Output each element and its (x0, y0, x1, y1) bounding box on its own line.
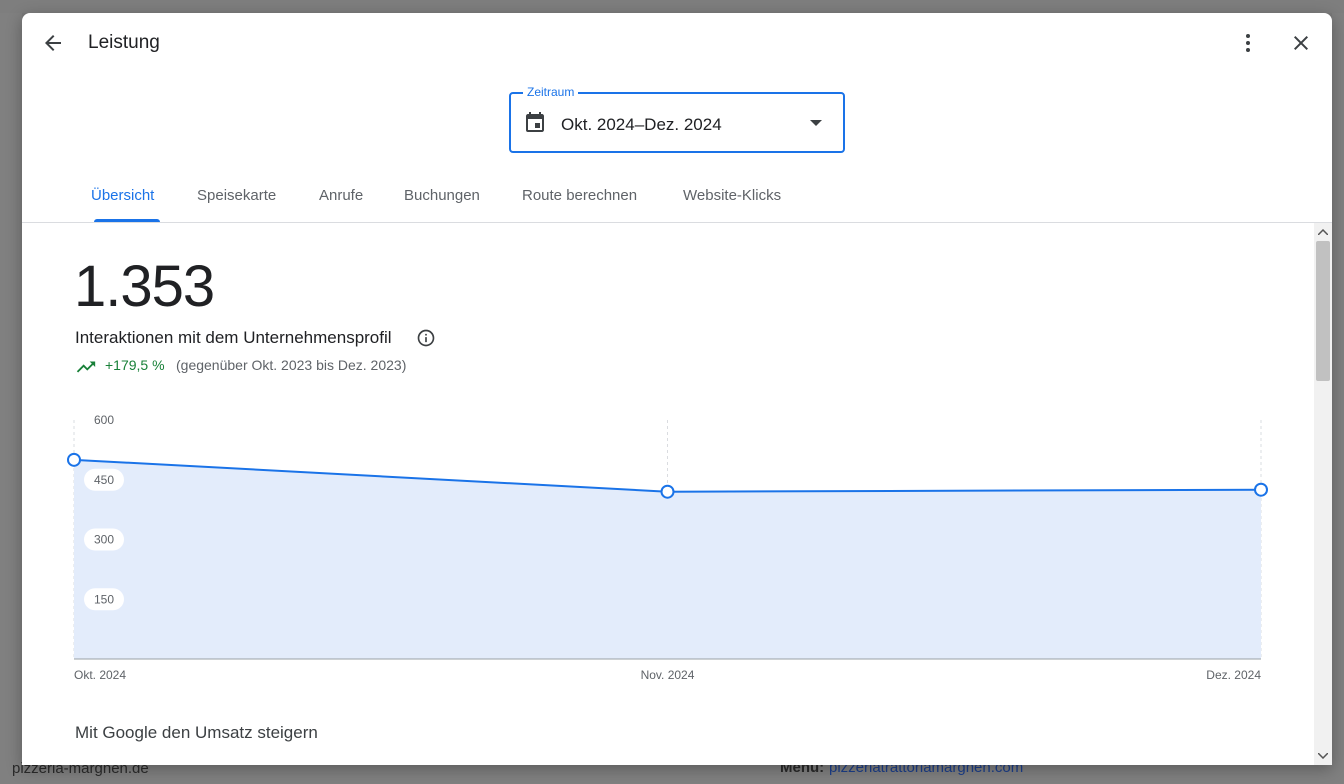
x-tick-label: Nov. 2024 (641, 668, 695, 682)
close-button[interactable] (1281, 23, 1321, 63)
x-tick-label: Okt. 2024 (74, 668, 126, 682)
interactions-chart: 150 300 450 600 Okt. 2024 Nov. 2024 Dez. 2024 (67, 413, 1268, 682)
scroll-up-icon (1318, 229, 1328, 235)
more-vert-icon (1246, 34, 1250, 52)
active-tab-indicator (94, 219, 160, 222)
chart-point (660, 484, 675, 499)
y-tick-label: 600 (94, 413, 114, 427)
date-range-value: Okt. 2024–Dez. 2024 (561, 115, 722, 134)
dropdown-arrow-icon (810, 120, 822, 126)
background-right-strip (1332, 13, 1344, 784)
date-range-label: Zeitraum (523, 85, 579, 99)
tab-website-clicks[interactable]: Website-Klicks (683, 187, 781, 204)
tab-bar: Übersicht Speisekarte Anrufe Buchungen R… (22, 177, 1332, 223)
tab-overview[interactable]: Übersicht (91, 187, 154, 204)
content-scrollbar[interactable] (1314, 223, 1332, 765)
dialog-title: Leistung (88, 32, 160, 53)
y-tick-label: 300 (94, 533, 114, 547)
overview-content: 1.353 Interaktionen mit dem Unternehmens… (22, 223, 1312, 765)
background-bottom-strip: pizzeria-marghen.de Menü: pizzeriatratto… (0, 759, 1344, 784)
tab-calls[interactable]: Anrufe (319, 187, 363, 204)
x-tick-label: Dez. 2024 (1206, 668, 1261, 682)
y-tick-label: 450 (94, 473, 114, 487)
scroll-down-arrow[interactable] (1314, 749, 1332, 763)
date-range-select[interactable]: Zeitraum Okt. 2024–Dez. 2024 (509, 85, 845, 153)
background-topbar (0, 0, 1344, 13)
chart-point (1254, 482, 1268, 497)
section-title: Mit Google den Umsatz steigern (75, 723, 318, 742)
calendar-icon (526, 112, 544, 132)
y-tick-label: 150 (94, 592, 114, 606)
background-left-panel (0, 13, 22, 784)
close-icon (1294, 36, 1308, 50)
scroll-thumb[interactable] (1316, 241, 1330, 381)
tab-bookings[interactable]: Buchungen (404, 187, 480, 204)
arrow-back-icon (45, 35, 61, 51)
performance-dialog: Leistung Zeitraum Okt. 2024–Dez. 2024 Üb… (22, 13, 1332, 765)
chart-point (67, 452, 81, 467)
more-options-button[interactable] (1228, 23, 1268, 63)
scroll-down-icon (1318, 753, 1328, 759)
scroll-up-arrow[interactable] (1314, 225, 1332, 239)
tab-directions[interactable]: Route berechnen (522, 187, 637, 204)
tab-menu[interactable]: Speisekarte (197, 187, 276, 204)
back-button[interactable] (33, 23, 73, 63)
dialog-header: Leistung (22, 13, 1332, 73)
